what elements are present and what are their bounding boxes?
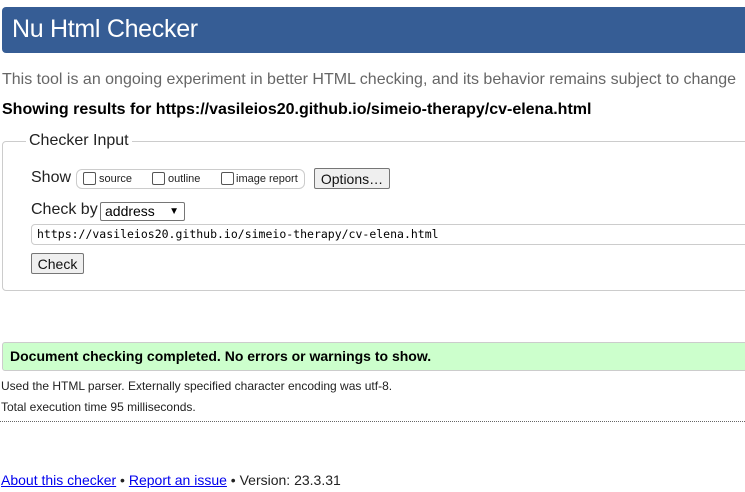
tagline: This tool is an ongoing experiment in be… <box>2 71 737 88</box>
divider <box>0 421 745 422</box>
outline-checkbox[interactable] <box>152 172 165 185</box>
check-by-value: address <box>105 203 155 219</box>
app-title: Nu Html Checker <box>12 15 198 43</box>
check-by-label: Check by <box>31 201 98 218</box>
about-link[interactable]: About this checker <box>1 472 116 488</box>
execution-time-note: Total execution time 95 milliseconds. <box>1 400 196 414</box>
check-by-select[interactable]: address ▼ <box>100 202 185 221</box>
source-label[interactable]: source <box>99 173 132 185</box>
showing-results-heading: Showing results for https://vasileios20.… <box>2 101 592 118</box>
image-report-label[interactable]: image report <box>236 173 298 185</box>
show-label: Show <box>31 169 72 186</box>
success-message: Document checking completed. No errors o… <box>2 342 745 371</box>
source-checkbox[interactable] <box>83 172 96 185</box>
url-input[interactable]: https://vasileios20.github.io/simeio-the… <box>31 224 745 245</box>
parser-note: Used the HTML parser. Externally specifi… <box>1 379 393 393</box>
page-header: Nu Html Checker <box>2 7 745 53</box>
checker-input-legend: Checker Input <box>26 132 132 150</box>
footer: About this checker • Report an issue • V… <box>1 472 341 488</box>
image-report-checkbox[interactable] <box>221 172 234 185</box>
report-issue-link[interactable]: Report an issue <box>129 472 227 488</box>
options-button[interactable]: Options… <box>314 168 390 189</box>
separator: • <box>226 472 240 488</box>
separator: • <box>116 472 129 488</box>
outline-label[interactable]: outline <box>168 173 200 185</box>
version-text: Version: 23.3.31 <box>239 472 341 488</box>
show-options-group: source outline image report <box>76 169 305 189</box>
check-button[interactable]: Check <box>31 253 84 274</box>
chevron-down-icon: ▼ <box>169 206 179 217</box>
